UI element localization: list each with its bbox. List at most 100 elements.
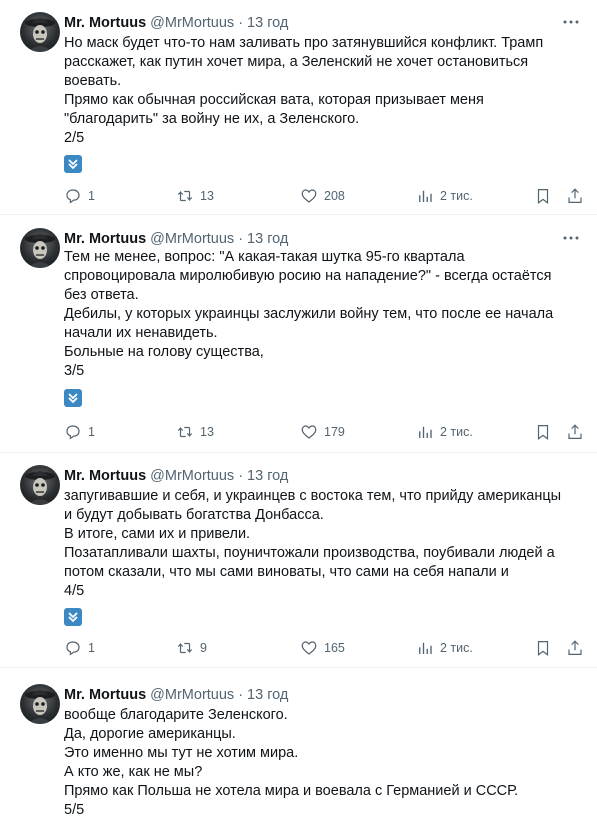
timestamp[interactable]: 13 год <box>247 468 288 484</box>
tweet-header: Mr. Mortuus @MrMortuus · 13 год <box>64 466 288 486</box>
tweet-text: Тем не менее, вопрос: "А какая-такая шут… <box>64 248 582 381</box>
retweet-icon <box>177 426 193 438</box>
tweet[interactable]: Mr. Mortuus @MrMortuus · 13 год Тем не м… <box>0 228 597 448</box>
tweet-line: Позатапливали шахты, поуничтожали произв… <box>64 545 555 561</box>
timestamp[interactable]: 13 год <box>247 15 288 31</box>
tweet-line: Тем не менее, вопрос: "А какая-такая шут… <box>64 249 465 265</box>
down-arrow-emoji <box>64 608 82 626</box>
author-name[interactable]: Mr. Mortuus <box>64 687 146 703</box>
reply-button[interactable]: 1 <box>64 186 95 206</box>
views-count: 2 тис. <box>440 641 473 655</box>
tweet-line: Прямо как обычная российская вата, котор… <box>64 92 484 108</box>
reply-count: 1 <box>88 641 95 655</box>
analytics-icon <box>419 190 432 202</box>
more-options-icon[interactable] <box>561 228 581 248</box>
retweet-count: 13 <box>200 425 214 439</box>
tweet-line: воевать. <box>64 73 122 89</box>
tweet[interactable]: Mr. Mortuus @MrMortuus · 13 год вообще б… <box>0 684 597 830</box>
tweet-actions: 1 13 179 2 тис. <box>64 422 584 442</box>
tweet-line: запугивавшие и себя, и украинцев с восто… <box>64 488 562 504</box>
tweet-line: Это именно мы тут не хотим мира. <box>64 745 299 761</box>
retweet-button[interactable]: 13 <box>176 422 214 442</box>
avatar[interactable] <box>20 684 60 724</box>
heart-icon <box>301 425 317 439</box>
avatar[interactable] <box>20 228 60 268</box>
tweet-actions: 1 13 208 2 тис. <box>64 186 584 206</box>
retweet-count: 9 <box>200 641 207 655</box>
down-arrow-emoji <box>64 389 82 407</box>
tweet-header: Mr. Mortuus @MrMortuus · 13 год <box>64 229 288 249</box>
reply-icon <box>66 641 80 656</box>
tweet-line: Да, дорогие американцы. <box>64 726 236 742</box>
reply-count: 1 <box>88 425 95 439</box>
author-handle[interactable]: @MrMortuus <box>150 231 234 247</box>
retweet-button[interactable]: 13 <box>176 186 214 206</box>
author-name[interactable]: Mr. Mortuus <box>64 231 146 247</box>
tweet-line: расскажет, как путин хочет мира, а Зелен… <box>64 54 529 70</box>
reply-button[interactable]: 1 <box>64 422 95 442</box>
reply-button[interactable]: 1 <box>64 638 95 658</box>
share-button[interactable] <box>566 422 584 442</box>
author-handle[interactable]: @MrMortuus <box>150 15 234 31</box>
timestamp[interactable]: 13 год <box>247 687 288 703</box>
share-icon <box>568 188 582 203</box>
tweet-line: и будут добывать богатства Донбасса. <box>64 507 324 523</box>
author-name[interactable]: Mr. Mortuus <box>64 468 146 484</box>
tweet-divider <box>0 452 597 453</box>
bookmark-button[interactable] <box>534 186 552 206</box>
like-button[interactable]: 165 <box>300 638 345 658</box>
separator-dot: · <box>238 687 244 703</box>
separator-dot: · <box>238 15 244 31</box>
bookmark-button[interactable] <box>534 422 552 442</box>
down-arrow-emoji <box>64 155 82 173</box>
author-handle[interactable]: @MrMortuus <box>150 468 234 484</box>
like-button[interactable]: 179 <box>300 422 345 442</box>
tweet-divider <box>0 667 597 668</box>
like-count: 208 <box>324 189 345 203</box>
views-button[interactable]: 2 тис. <box>416 422 473 442</box>
tweet-line: 3/5 <box>64 363 85 379</box>
more-options-icon[interactable] <box>561 12 581 32</box>
tweet-line: Больные на голову существа, <box>64 344 264 360</box>
like-button[interactable]: 208 <box>300 186 345 206</box>
tweet-line: Прямо как Польша не хотела мира и воевал… <box>64 783 519 799</box>
avatar[interactable] <box>20 12 60 52</box>
bookmark-icon <box>537 189 549 204</box>
tweet-line: 5/5 <box>64 802 85 818</box>
tweet[interactable]: Mr. Mortuus @MrMortuus · 13 год запугива… <box>0 465 597 665</box>
share-icon <box>568 424 582 439</box>
tweet-line: начали их ненавидеть. <box>64 325 218 341</box>
author-handle[interactable]: @MrMortuus <box>150 687 234 703</box>
bookmark-button[interactable] <box>534 638 552 658</box>
share-button[interactable] <box>566 638 584 658</box>
bookmark-icon <box>537 641 549 656</box>
views-button[interactable]: 2 тис. <box>416 186 473 206</box>
analytics-icon <box>419 642 432 654</box>
heart-icon <box>301 189 317 203</box>
share-icon <box>568 640 582 655</box>
timestamp[interactable]: 13 год <box>247 231 288 247</box>
separator-dot: · <box>238 231 244 247</box>
views-count: 2 тис. <box>440 189 473 203</box>
analytics-icon <box>419 426 432 438</box>
avatar[interactable] <box>20 465 60 505</box>
views-button[interactable]: 2 тис. <box>416 638 473 658</box>
tweet-line: Но маск будет что-то нам заливать про за… <box>64 35 544 51</box>
tweet-line: без ответа. <box>64 287 139 303</box>
tweet-line: 2/5 <box>64 130 85 146</box>
author-name[interactable]: Mr. Mortuus <box>64 15 146 31</box>
retweet-button[interactable]: 9 <box>176 638 207 658</box>
tweet-divider <box>0 214 597 215</box>
tweet-line: "благодарить" за войну не их, а Зеленско… <box>64 111 360 127</box>
reply-icon <box>66 425 80 440</box>
share-button[interactable] <box>566 186 584 206</box>
views-count: 2 тис. <box>440 425 473 439</box>
tweet-header: Mr. Mortuus @MrMortuus · 13 год <box>64 13 288 33</box>
tweet-line: потом сказали, что мы сами виноваты, что… <box>64 564 509 580</box>
tweet-actions: 1 9 165 2 тис. <box>64 638 584 658</box>
separator-dot: · <box>238 468 244 484</box>
tweet-line: А кто же, как не мы? <box>64 764 203 780</box>
tweet[interactable]: Mr. Mortuus @MrMortuus · 13 год Но маск … <box>0 12 597 212</box>
tweet-line: В итоге, сами их и привели. <box>64 526 251 542</box>
tweet-text: Но маск будет что-то нам заливать про за… <box>64 34 582 148</box>
